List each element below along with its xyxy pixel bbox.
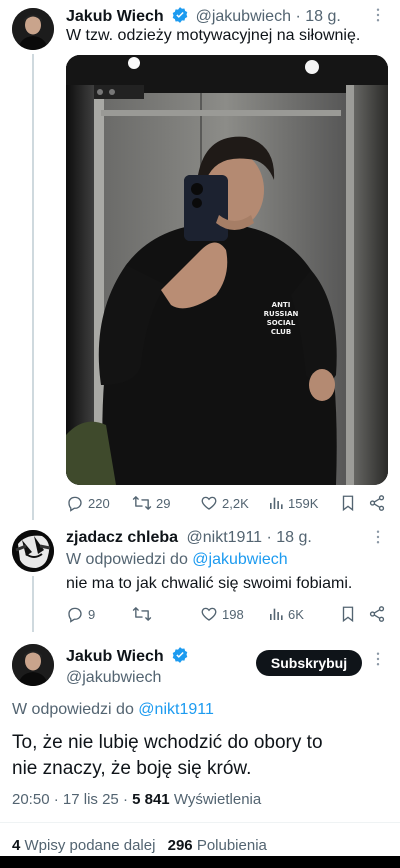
shirt-print-line: SOCIAL <box>267 319 296 327</box>
share-button[interactable] <box>368 605 388 623</box>
share-button[interactable] <box>368 494 388 512</box>
divider <box>0 822 400 823</box>
bottom-edge-bar <box>0 856 400 868</box>
share-icon <box>369 606 385 622</box>
like-count: 2,2K <box>222 495 249 511</box>
views-count: 159K <box>288 495 319 511</box>
author-handle[interactable]: @nikt1911 <box>187 529 263 546</box>
reposts-stat[interactable]: 4 Wpisy podane dalej <box>12 837 160 854</box>
repost-button[interactable] <box>132 605 200 623</box>
avatar-zjadacz-chleba[interactable] <box>12 530 54 572</box>
mirror-selfie-image: ANTI RUSSIAN SOCIAL CLUB <box>66 55 388 485</box>
meta-time[interactable]: 20:50 <box>12 791 50 808</box>
bookmark-button[interactable] <box>340 494 368 512</box>
repost-icon <box>132 607 152 621</box>
views-button[interactable]: 159K <box>268 495 340 511</box>
reply-prefix: W odpowiedzi do <box>12 701 134 718</box>
separator-dot: · <box>266 529 272 546</box>
heart-icon <box>201 607 217 621</box>
author-name[interactable]: Jakub Wiech <box>66 8 164 25</box>
tweet-reply[interactable]: zjadacz chleba @nikt1911 · 18 g. W odpow… <box>0 520 400 632</box>
repost-count: 29 <box>156 495 171 511</box>
reply-count: 9 <box>88 606 96 622</box>
tweet-actions: 9 198 6K <box>66 604 388 624</box>
tweet-main[interactable]: Jakub Wiech @jakubwiech · 18 g. W tzw. o… <box>0 0 400 520</box>
meta-separator: · <box>122 791 128 808</box>
tweet-text-line: To, że nie lubię wchodzić do obory to <box>12 732 323 753</box>
author-handle[interactable]: @jakubwiech <box>66 668 161 688</box>
reposts-label: Wpisy podane dalej <box>24 837 156 854</box>
like-count: 198 <box>222 606 244 622</box>
views-count: 6K <box>288 606 304 622</box>
likes-label: Polubienia <box>196 837 267 854</box>
share-icon <box>369 495 385 511</box>
likes-stat[interactable]: 296 Polubienia <box>168 837 267 854</box>
reply-to-link[interactable]: @nikt1911 <box>138 701 214 718</box>
reply-prefix: W odpowiedzi do <box>66 551 188 568</box>
reply-button[interactable]: 9 <box>66 605 132 623</box>
subscribe-button[interactable]: Subskrybuj <box>256 650 362 676</box>
author-name[interactable]: zjadacz chleba <box>66 529 178 546</box>
repost-button[interactable]: 29 <box>132 494 200 512</box>
reposts-count: 4 <box>12 837 21 854</box>
shirt-print-line: RUSSIAN <box>264 310 299 318</box>
more-options-icon[interactable] <box>369 650 387 671</box>
reply-context: W odpowiedzi do @nikt1911 <box>12 700 214 720</box>
reply-count: 220 <box>88 495 110 511</box>
author-name[interactable]: Jakub Wiech <box>66 648 164 665</box>
views-chart-icon <box>270 608 283 620</box>
meta-date[interactable]: 17 lis 25 <box>63 791 119 808</box>
views-chart-icon <box>270 497 283 509</box>
bookmark-icon <box>342 495 354 512</box>
author-handle[interactable]: @jakubwiech <box>196 8 291 25</box>
verified-badge-icon <box>171 646 189 670</box>
views-button[interactable]: 6K <box>268 606 340 622</box>
heart-icon <box>201 496 217 510</box>
views-count: 5 841 <box>132 791 170 808</box>
reply-button[interactable]: 220 <box>66 494 132 512</box>
repost-icon <box>132 496 152 510</box>
avatar-jakub-wiech[interactable] <box>12 644 54 686</box>
tweet-meta: 20:50 · 17 lis 25 · 5 841 Wyświetlenia <box>12 790 261 810</box>
shirt-print-line: ANTI <box>272 301 291 309</box>
thread-connector <box>32 576 34 632</box>
reply-context: W odpowiedzi do @jakubwiech <box>66 550 288 570</box>
likes-count: 296 <box>167 837 193 854</box>
meta-separator: · <box>53 791 59 808</box>
tweet-text: nie ma to jak chwalić się swoimi fobiami… <box>66 575 353 592</box>
more-options-icon[interactable] <box>369 6 387 27</box>
engagement-stats: 4 Wpisy podane dalej 296 Polubienia <box>12 836 267 856</box>
tweet-text: W tzw. odzieży motywacyjnej na siłownię. <box>66 27 361 44</box>
tweet-time[interactable]: 18 g. <box>276 529 312 546</box>
separator-dot: · <box>295 8 301 25</box>
reply-icon <box>68 496 82 512</box>
views-label: Wyświetlenia <box>173 791 262 808</box>
bookmark-button[interactable] <box>340 605 368 623</box>
tweet-photo[interactable]: ANTI RUSSIAN SOCIAL CLUB <box>66 55 388 485</box>
avatar-jakub-wiech[interactable] <box>12 8 54 50</box>
thread-connector <box>32 54 34 520</box>
shirt-print-line: CLUB <box>271 328 291 336</box>
tweet-actions: 220 29 2,2K 159K <box>66 493 388 513</box>
tweet-text-line: nie znaczy, że boję się krów. <box>12 758 252 779</box>
like-button[interactable]: 2,2K <box>200 494 268 512</box>
tweet-time[interactable]: 18 g. <box>305 8 341 25</box>
bookmark-icon <box>342 606 354 623</box>
like-button[interactable]: 198 <box>200 605 268 623</box>
tweet-focused: Jakub Wiech @jakubwiech Subskrybuj W odp… <box>0 632 400 868</box>
reply-to-link[interactable]: @jakubwiech <box>192 551 287 568</box>
more-options-icon[interactable] <box>369 528 387 549</box>
reply-icon <box>68 607 82 623</box>
